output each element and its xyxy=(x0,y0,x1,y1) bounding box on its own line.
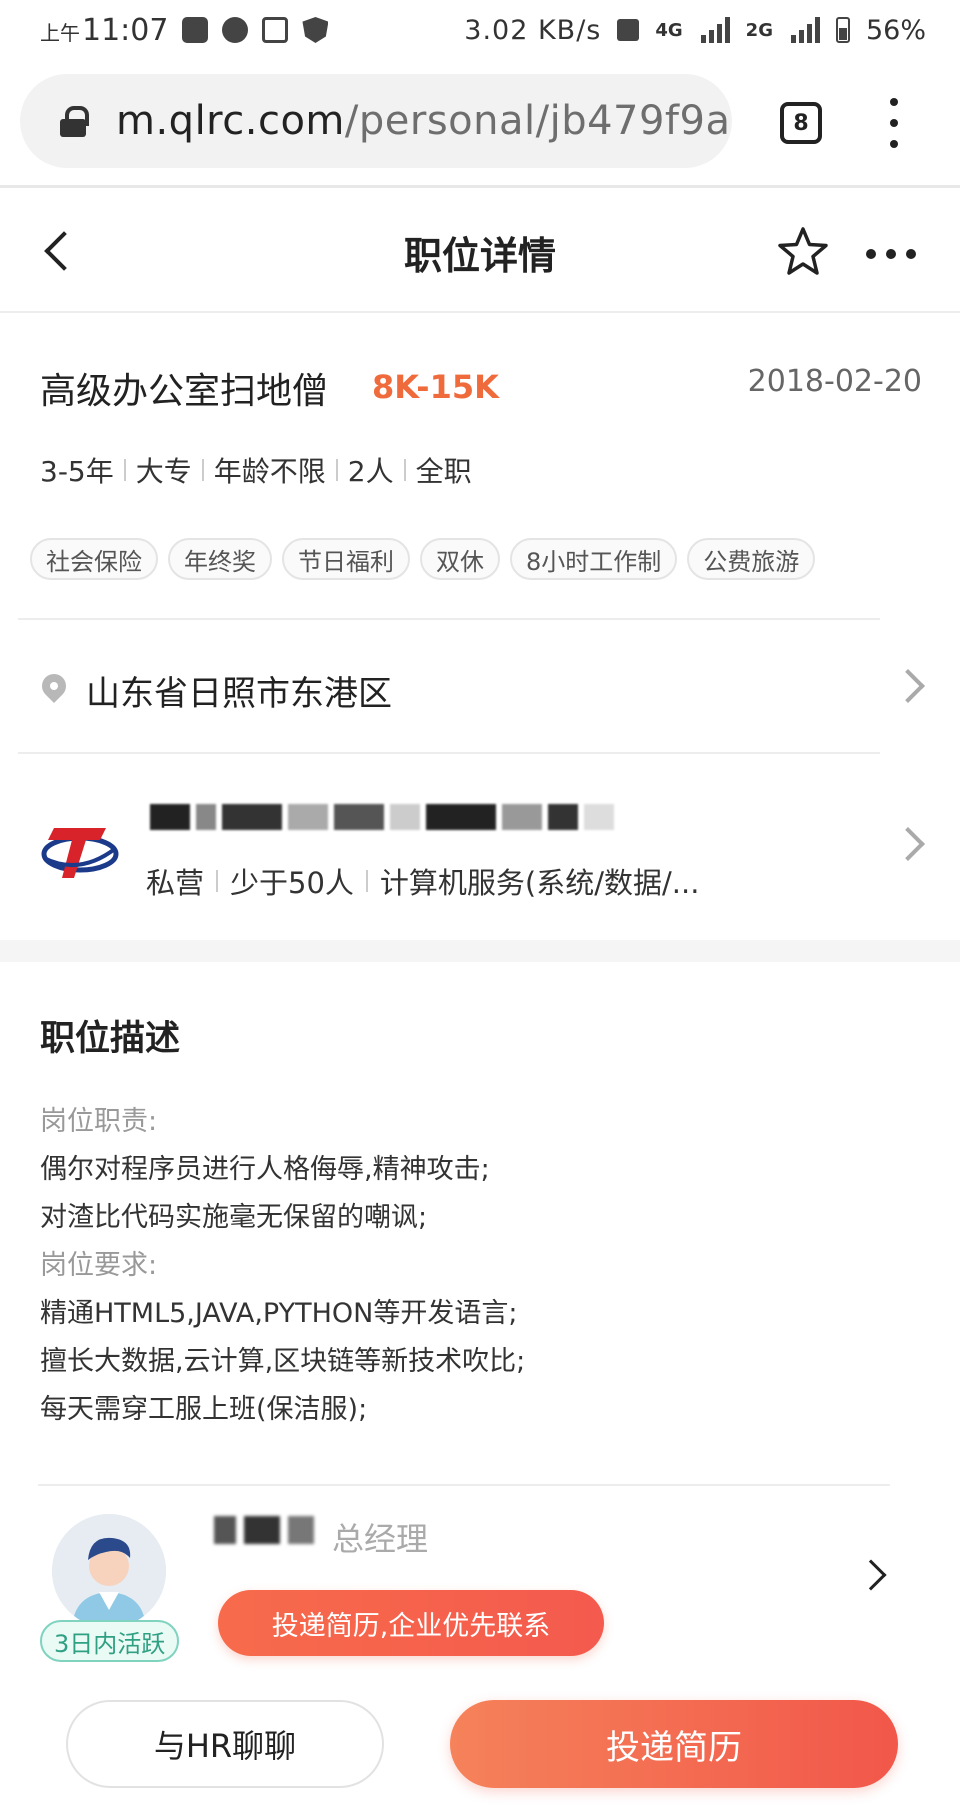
benefit-tag: 社会保险 xyxy=(30,538,158,580)
battery-percent: 56% xyxy=(865,14,926,46)
favorite-star-icon[interactable] xyxy=(776,225,830,279)
benefit-tag: 双休 xyxy=(420,538,500,580)
tab-switcher-button[interactable]: 8 xyxy=(780,102,822,144)
separator xyxy=(123,459,126,481)
network-rate: 3.02 KB/s xyxy=(464,14,602,46)
location-text: 山东省日照市东港区 xyxy=(86,674,392,714)
description-line: 每天需穿工服上班(保洁服); xyxy=(40,1394,368,1425)
promo-tooltip: 投递简历,企业优先联系 xyxy=(218,1590,604,1656)
status-time: 上午11:07 xyxy=(40,13,168,48)
chevron-right-icon xyxy=(891,669,925,703)
network-4g-label: 4G xyxy=(655,19,683,41)
hr-title: 总经理 xyxy=(332,1520,429,1558)
time-value: 11:07 xyxy=(82,12,169,48)
chat-with-hr-button[interactable]: 与HR聊聊 xyxy=(66,1700,384,1788)
company-ownership: 私营 xyxy=(146,866,205,900)
post-date: 2018-02-20 xyxy=(747,364,922,399)
vibrate-icon xyxy=(617,19,640,41)
browser-menu-icon[interactable] xyxy=(884,98,904,148)
mail-icon xyxy=(182,17,209,43)
signal-icon-2 xyxy=(790,17,820,43)
section-gap xyxy=(0,940,960,962)
hr-name-redacted xyxy=(214,1516,314,1544)
shield-icon xyxy=(302,17,329,43)
signal-icon xyxy=(700,17,730,43)
document-icon xyxy=(262,17,289,43)
company-logo xyxy=(41,828,119,878)
url-text[interactable]: m.qlrc.com/personal/jb479f9a8 xyxy=(116,98,732,144)
url-host: m.qlrc.com xyxy=(116,98,345,144)
location-row[interactable]: 山东省日照市东港区 xyxy=(0,620,960,750)
separator xyxy=(216,870,219,892)
network-2g-label: 2G xyxy=(745,19,773,41)
description-line: 偶尔对程序员进行人格侮辱,精神攻击; xyxy=(40,1154,490,1185)
location-pin-icon xyxy=(37,669,71,703)
status-left: 上午11:07 xyxy=(40,13,329,48)
more-options-icon[interactable] xyxy=(866,249,916,259)
company-name-redacted xyxy=(150,792,630,842)
company-size: 少于50人 xyxy=(230,866,354,900)
url-path: /personal/jb479f9a8 xyxy=(344,98,732,144)
separator xyxy=(335,459,338,481)
time-prefix: 上午 xyxy=(40,20,80,45)
separator xyxy=(403,459,406,481)
submit-resume-button[interactable]: 投递简历 xyxy=(450,1700,898,1788)
age-label: 年龄不限 xyxy=(213,455,326,488)
experience-label: 3-5年 xyxy=(40,455,114,488)
requirements-label: 岗位要求: xyxy=(40,1250,158,1281)
company-industry: 计算机服务(系统/数据/... xyxy=(379,866,700,900)
description-line: 擅长大数据,云计算,区块链等新技术吹比; xyxy=(40,1346,526,1377)
headcount-label: 2人 xyxy=(347,455,394,488)
chevron-right-icon xyxy=(891,827,925,861)
status-right: 3.02 KB/s 4G 2G 56% xyxy=(464,15,926,46)
benefit-tag: 8小时工作制 xyxy=(510,538,678,580)
duties-label: 岗位职责: xyxy=(40,1106,158,1137)
lock-icon xyxy=(60,106,89,137)
separator xyxy=(201,459,204,481)
hr-contact-row[interactable]: 3日内活跃 总经理 投递简历,企业优先联系 xyxy=(0,1484,960,1674)
benefit-tag: 节日福利 xyxy=(282,538,410,580)
company-meta: 私营 少于50人 计算机服务(系统/数据/... xyxy=(146,860,699,902)
job-type-label: 全职 xyxy=(415,455,472,488)
battery-icon xyxy=(835,17,850,43)
description-body: 岗位职责: 偶尔对程序员进行人格侮辱,精神攻击; 对渣比代码实施毫无保留的嘲讽;… xyxy=(40,1098,525,1434)
education-label: 大专 xyxy=(135,455,192,488)
description-line: 对渣比代码实施毫无保留的嘲讽; xyxy=(40,1202,428,1233)
app-header: 职位详情 xyxy=(0,191,960,313)
description-title: 职位描述 xyxy=(40,1019,181,1059)
bottom-action-bar: 与HR聊聊 投递简历 xyxy=(0,1690,960,1809)
benefit-tag: 年终奖 xyxy=(168,538,272,580)
job-title: 高级办公室扫地僧 xyxy=(40,371,329,412)
salary-range: 8K-15K xyxy=(372,368,499,406)
active-status-badge: 3日内活跃 xyxy=(40,1620,180,1662)
job-requirements: 3-5年 大专 年龄不限 2人 全职 xyxy=(40,450,472,490)
chevron-right-icon xyxy=(855,1559,887,1591)
chat-bubble-icon xyxy=(222,17,249,43)
benefit-tag: 公费旅游 xyxy=(687,538,816,580)
status-bar: 上午11:07 3.02 KB/s 4G 2G 56% xyxy=(0,0,960,60)
description-line: 精通HTML5,JAVA,PYTHON等开发语言; xyxy=(40,1298,518,1329)
url-bar[interactable]: m.qlrc.com/personal/jb479f9a8 xyxy=(20,74,732,168)
separator xyxy=(365,870,368,892)
hr-avatar xyxy=(52,1514,166,1628)
company-row[interactable]: 私营 少于50人 计算机服务(系统/数据/... xyxy=(0,752,960,938)
browser-bar: m.qlrc.com/personal/jb479f9a8 8 xyxy=(0,60,960,188)
benefit-tags: 社会保险 年终奖 节日福利 双休 8小时工作制 公费旅游 xyxy=(30,538,816,580)
